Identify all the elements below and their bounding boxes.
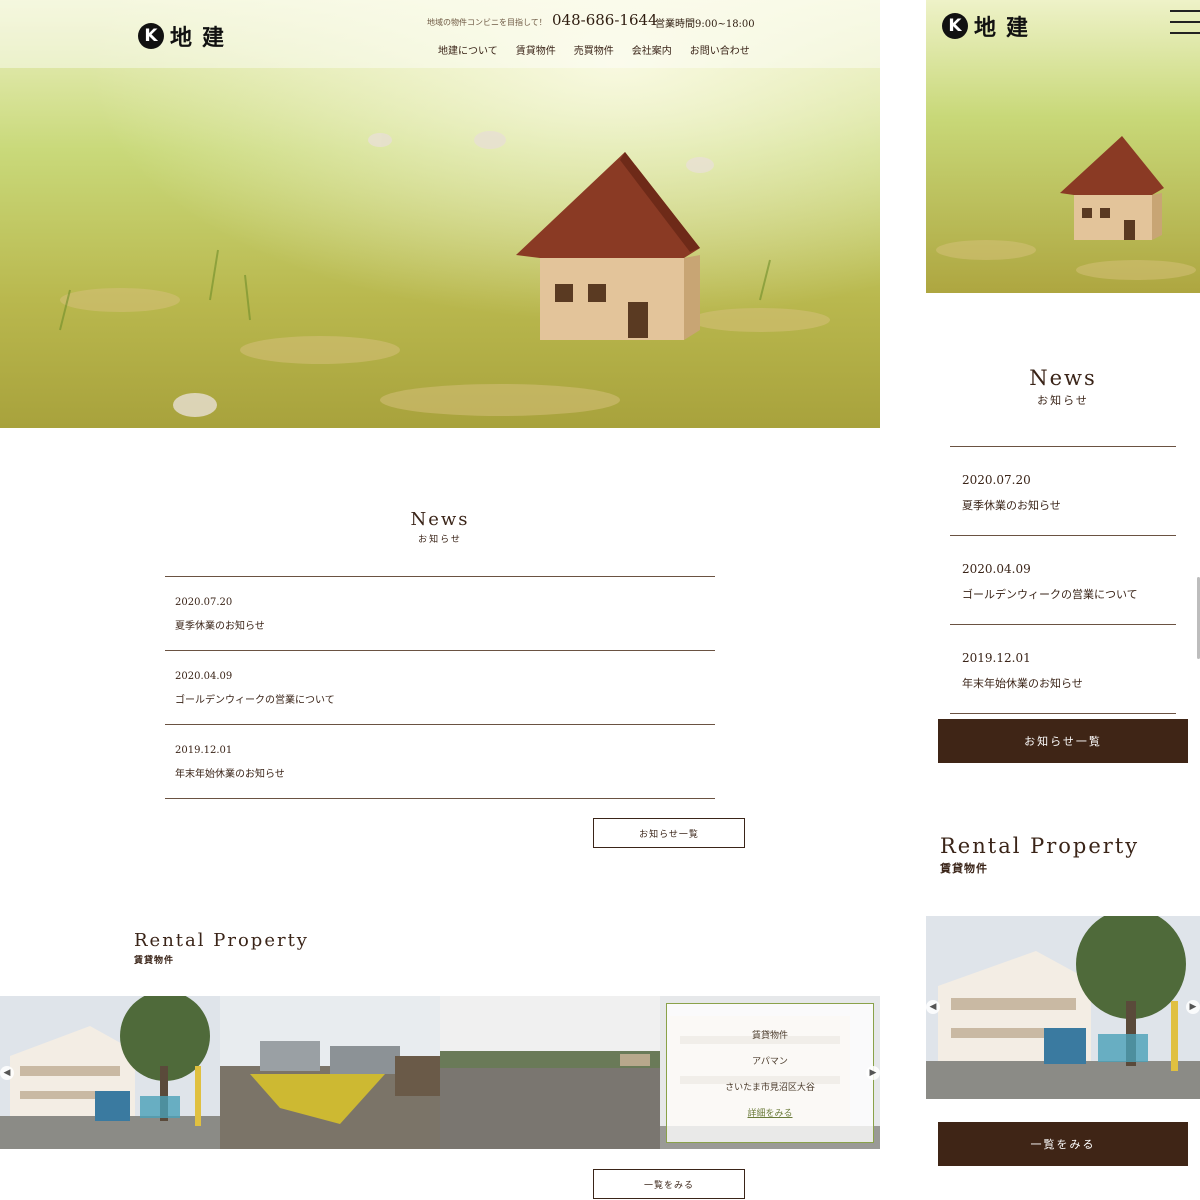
nav-about[interactable]: 地建について xyxy=(438,42,498,57)
nav-rental[interactable]: 賃貸物件 xyxy=(516,42,556,57)
nav-sale[interactable]: 売買物件 xyxy=(574,42,614,57)
news-title: 夏季休業のお知らせ xyxy=(175,621,265,632)
property-photo[interactable] xyxy=(0,996,220,1149)
news-title: 夏季休業のお知らせ xyxy=(962,499,1061,512)
news-title: 年末年始休業のお知らせ xyxy=(962,677,1083,690)
news-date: 2020.07.20 xyxy=(175,597,233,608)
global-nav: 地建について 賃貸物件 売買物件 会社案内 お問い合わせ xyxy=(438,42,750,57)
property-details-link[interactable]: 詳細をみる xyxy=(667,1106,873,1119)
news-title-en: News xyxy=(410,509,470,530)
news-title: ゴールデンウィークの営業について xyxy=(962,588,1138,601)
news-item[interactable]: 2020.07.20 夏季休業のお知らせ xyxy=(165,577,715,651)
rental-title-jp: 賃貸物件 xyxy=(940,862,988,875)
nav-contact[interactable]: お問い合わせ xyxy=(690,42,750,57)
mobile-rental-heading: Rental Property 賃貸物件 xyxy=(940,834,1139,876)
property-type: アパマン xyxy=(752,1057,788,1067)
rental-heading: Rental Property 賃貸物件 xyxy=(134,930,309,966)
chevron-right-icon[interactable]: ▶ xyxy=(866,1066,880,1080)
logo-mark: K xyxy=(138,23,164,49)
news-list: 2020.07.20 夏季休業のお知らせ 2020.04.09 ゴールデンウィー… xyxy=(165,576,715,799)
logo-text: 地建 xyxy=(170,25,235,51)
mobile-property-photo[interactable] xyxy=(926,916,1200,1099)
mobile-rental-list-button[interactable]: 一覧をみる xyxy=(938,1122,1188,1166)
news-title: 年末年始休業のお知らせ xyxy=(175,769,285,780)
news-date: 2020.04.09 xyxy=(175,671,233,682)
news-date: 2020.07.20 xyxy=(962,473,1031,487)
news-date: 2020.04.09 xyxy=(962,562,1031,576)
header-phone[interactable]: 048-686-1644 xyxy=(552,11,658,29)
logo-text: 地建 xyxy=(974,15,1039,41)
chevron-left-icon[interactable]: ◀ xyxy=(926,1000,940,1014)
news-item[interactable]: 2020.04.09 ゴールデンウィークの営業について xyxy=(165,651,715,725)
chevron-left-icon[interactable]: ◀ xyxy=(0,1066,14,1080)
news-item[interactable]: 2020.04.09 ゴールデンウィークの営業について xyxy=(950,536,1176,625)
mobile-hero-image xyxy=(926,0,1200,293)
rental-title-en: Rental Property xyxy=(134,930,309,951)
hamburger-icon[interactable] xyxy=(1170,10,1200,34)
news-heading: News お知らせ xyxy=(340,509,540,545)
news-item[interactable]: 2019.12.01 年末年始休業のお知らせ xyxy=(165,725,715,799)
mobile-preview: K 地建 News お知らせ 2020.07.20 夏季休業のお知らせ 2020… xyxy=(926,0,1200,1200)
news-date: 2019.12.01 xyxy=(962,651,1031,665)
site-logo[interactable]: K 地建 xyxy=(138,20,234,52)
property-photo[interactable] xyxy=(220,996,440,1149)
mobile-site-logo[interactable]: K 地建 xyxy=(942,10,1038,42)
news-item[interactable]: 2019.12.01 年末年始休業のお知らせ xyxy=(950,625,1176,714)
news-title: ゴールデンウィークの営業について xyxy=(175,695,335,706)
property-address: さいたま市見沼区大谷 xyxy=(725,1083,815,1093)
header-hours: 営業時間9:00~18:00 xyxy=(655,19,755,30)
news-list-button[interactable]: お知らせ一覧 xyxy=(593,818,745,848)
news-title-en: News xyxy=(1029,366,1097,390)
news-date: 2019.12.01 xyxy=(175,745,233,756)
property-category: 賃貸物件 xyxy=(751,1031,788,1041)
rental-carousel: 賃貸物件 アパマン さいたま市見沼区大谷 詳細をみる xyxy=(0,996,880,1149)
property-photo[interactable]: 賃貸物件 アパマン さいたま市見沼区大谷 詳細をみる xyxy=(660,996,880,1149)
rental-title-en: Rental Property xyxy=(940,834,1140,858)
rental-title-jp: 賃貸物件 xyxy=(134,956,175,966)
property-hover-card: 賃貸物件 アパマン さいたま市見沼区大谷 詳細をみる xyxy=(666,1003,874,1143)
mobile-news-list-button[interactable]: お知らせ一覧 xyxy=(938,719,1188,763)
header-tagline: 地域の物件コンビニを目指して！ xyxy=(427,18,547,27)
logo-mark: K xyxy=(942,13,968,39)
rental-list-button[interactable]: 一覧をみる xyxy=(593,1169,745,1199)
chevron-right-icon[interactable]: ▶ xyxy=(1186,1000,1200,1014)
mobile-news-heading: News お知らせ xyxy=(963,366,1163,408)
news-title-jp: お知らせ xyxy=(418,535,462,545)
mobile-news-list: 2020.07.20 夏季休業のお知らせ 2020.04.09 ゴールデンウィー… xyxy=(950,446,1176,714)
news-item[interactable]: 2020.07.20 夏季休業のお知らせ xyxy=(950,447,1176,536)
nav-company[interactable]: 会社案内 xyxy=(632,42,672,57)
property-photo[interactable] xyxy=(440,996,660,1149)
desktop-preview: K 地建 地域の物件コンビニを目指して！ 048-686-1644 営業時間9:… xyxy=(0,0,880,1200)
news-title-jp: お知らせ xyxy=(1037,394,1089,407)
site-header: K 地建 地域の物件コンビニを目指して！ 048-686-1644 営業時間9:… xyxy=(0,0,880,68)
